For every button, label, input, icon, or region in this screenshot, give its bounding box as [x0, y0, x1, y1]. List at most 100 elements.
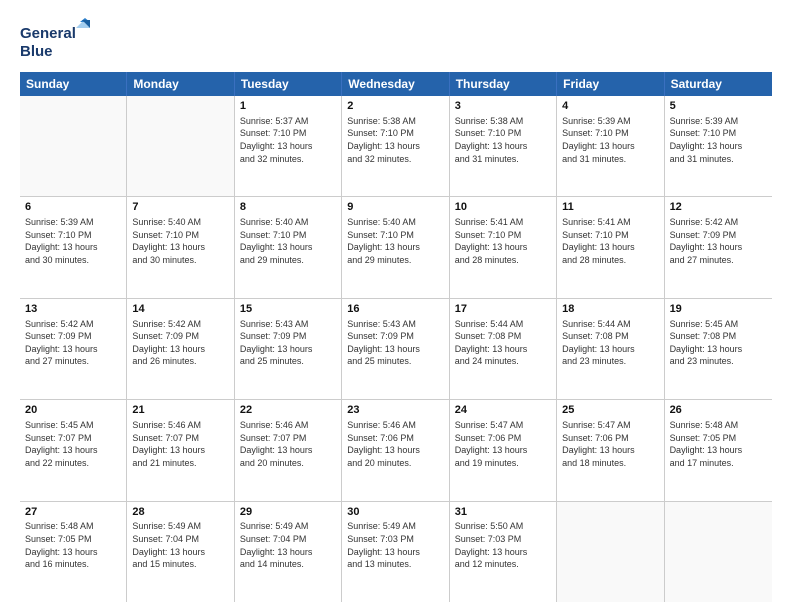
day-number-2: 2 — [347, 99, 443, 114]
day-info-20: Sunrise: 5:45 AM Sunset: 7:07 PM Dayligh… — [25, 419, 121, 469]
day-number-10: 10 — [455, 200, 551, 215]
day-info-29: Sunrise: 5:49 AM Sunset: 7:04 PM Dayligh… — [240, 520, 336, 570]
day-20: 20Sunrise: 5:45 AM Sunset: 7:07 PM Dayli… — [20, 400, 127, 500]
day-number-9: 9 — [347, 200, 443, 215]
day-8: 8Sunrise: 5:40 AM Sunset: 7:10 PM Daylig… — [235, 197, 342, 297]
day-number-16: 16 — [347, 302, 443, 317]
calendar-row-3: 13Sunrise: 5:42 AM Sunset: 7:09 PM Dayli… — [20, 299, 772, 400]
day-number-4: 4 — [562, 99, 658, 114]
day-info-23: Sunrise: 5:46 AM Sunset: 7:06 PM Dayligh… — [347, 419, 443, 469]
day-12: 12Sunrise: 5:42 AM Sunset: 7:09 PM Dayli… — [665, 197, 772, 297]
calendar: SundayMondayTuesdayWednesdayThursdayFrid… — [20, 72, 772, 602]
day-23: 23Sunrise: 5:46 AM Sunset: 7:06 PM Dayli… — [342, 400, 449, 500]
logo: General Blue — [20, 18, 90, 62]
day-number-11: 11 — [562, 200, 658, 215]
day-info-12: Sunrise: 5:42 AM Sunset: 7:09 PM Dayligh… — [670, 216, 767, 266]
day-28: 28Sunrise: 5:49 AM Sunset: 7:04 PM Dayli… — [127, 502, 234, 602]
day-info-9: Sunrise: 5:40 AM Sunset: 7:10 PM Dayligh… — [347, 216, 443, 266]
day-number-19: 19 — [670, 302, 767, 317]
day-number-17: 17 — [455, 302, 551, 317]
day-info-17: Sunrise: 5:44 AM Sunset: 7:08 PM Dayligh… — [455, 318, 551, 368]
page: General Blue SundayMondayTuesdayWednesda… — [0, 0, 792, 612]
day-info-11: Sunrise: 5:41 AM Sunset: 7:10 PM Dayligh… — [562, 216, 658, 266]
day-info-21: Sunrise: 5:46 AM Sunset: 7:07 PM Dayligh… — [132, 419, 228, 469]
day-info-26: Sunrise: 5:48 AM Sunset: 7:05 PM Dayligh… — [670, 419, 767, 469]
header-sunday: Sunday — [20, 72, 127, 96]
day-number-24: 24 — [455, 403, 551, 418]
day-info-15: Sunrise: 5:43 AM Sunset: 7:09 PM Dayligh… — [240, 318, 336, 368]
empty-cell-0-0 — [20, 96, 127, 196]
header-wednesday: Wednesday — [342, 72, 449, 96]
day-14: 14Sunrise: 5:42 AM Sunset: 7:09 PM Dayli… — [127, 299, 234, 399]
day-info-24: Sunrise: 5:47 AM Sunset: 7:06 PM Dayligh… — [455, 419, 551, 469]
day-number-6: 6 — [25, 200, 121, 215]
empty-cell-4-5 — [557, 502, 664, 602]
day-info-6: Sunrise: 5:39 AM Sunset: 7:10 PM Dayligh… — [25, 216, 121, 266]
calendar-header: SundayMondayTuesdayWednesdayThursdayFrid… — [20, 72, 772, 96]
day-info-3: Sunrise: 5:38 AM Sunset: 7:10 PM Dayligh… — [455, 115, 551, 165]
day-4: 4Sunrise: 5:39 AM Sunset: 7:10 PM Daylig… — [557, 96, 664, 196]
svg-text:Blue: Blue — [20, 43, 53, 60]
logo-svg: General Blue — [20, 18, 90, 62]
empty-cell-0-1 — [127, 96, 234, 196]
day-number-21: 21 — [132, 403, 228, 418]
day-number-31: 31 — [455, 505, 551, 520]
svg-text:General: General — [20, 25, 76, 42]
day-27: 27Sunrise: 5:48 AM Sunset: 7:05 PM Dayli… — [20, 502, 127, 602]
day-info-7: Sunrise: 5:40 AM Sunset: 7:10 PM Dayligh… — [132, 216, 228, 266]
day-30: 30Sunrise: 5:49 AM Sunset: 7:03 PM Dayli… — [342, 502, 449, 602]
day-22: 22Sunrise: 5:46 AM Sunset: 7:07 PM Dayli… — [235, 400, 342, 500]
day-24: 24Sunrise: 5:47 AM Sunset: 7:06 PM Dayli… — [450, 400, 557, 500]
day-info-31: Sunrise: 5:50 AM Sunset: 7:03 PM Dayligh… — [455, 520, 551, 570]
day-number-12: 12 — [670, 200, 767, 215]
day-info-22: Sunrise: 5:46 AM Sunset: 7:07 PM Dayligh… — [240, 419, 336, 469]
header-friday: Friday — [557, 72, 664, 96]
calendar-row-5: 27Sunrise: 5:48 AM Sunset: 7:05 PM Dayli… — [20, 502, 772, 602]
day-number-29: 29 — [240, 505, 336, 520]
day-19: 19Sunrise: 5:45 AM Sunset: 7:08 PM Dayli… — [665, 299, 772, 399]
day-number-18: 18 — [562, 302, 658, 317]
day-17: 17Sunrise: 5:44 AM Sunset: 7:08 PM Dayli… — [450, 299, 557, 399]
day-number-20: 20 — [25, 403, 121, 418]
day-info-14: Sunrise: 5:42 AM Sunset: 7:09 PM Dayligh… — [132, 318, 228, 368]
day-number-1: 1 — [240, 99, 336, 114]
day-number-26: 26 — [670, 403, 767, 418]
day-info-10: Sunrise: 5:41 AM Sunset: 7:10 PM Dayligh… — [455, 216, 551, 266]
day-2: 2Sunrise: 5:38 AM Sunset: 7:10 PM Daylig… — [342, 96, 449, 196]
header-thursday: Thursday — [450, 72, 557, 96]
day-number-30: 30 — [347, 505, 443, 520]
calendar-row-2: 6Sunrise: 5:39 AM Sunset: 7:10 PM Daylig… — [20, 197, 772, 298]
calendar-body: 1Sunrise: 5:37 AM Sunset: 7:10 PM Daylig… — [20, 96, 772, 602]
calendar-row-4: 20Sunrise: 5:45 AM Sunset: 7:07 PM Dayli… — [20, 400, 772, 501]
day-18: 18Sunrise: 5:44 AM Sunset: 7:08 PM Dayli… — [557, 299, 664, 399]
day-info-27: Sunrise: 5:48 AM Sunset: 7:05 PM Dayligh… — [25, 520, 121, 570]
day-info-5: Sunrise: 5:39 AM Sunset: 7:10 PM Dayligh… — [670, 115, 767, 165]
day-7: 7Sunrise: 5:40 AM Sunset: 7:10 PM Daylig… — [127, 197, 234, 297]
day-number-27: 27 — [25, 505, 121, 520]
day-number-14: 14 — [132, 302, 228, 317]
header-saturday: Saturday — [665, 72, 772, 96]
day-info-30: Sunrise: 5:49 AM Sunset: 7:03 PM Dayligh… — [347, 520, 443, 570]
day-26: 26Sunrise: 5:48 AM Sunset: 7:05 PM Dayli… — [665, 400, 772, 500]
day-number-23: 23 — [347, 403, 443, 418]
header: General Blue — [20, 18, 772, 62]
day-number-3: 3 — [455, 99, 551, 114]
day-25: 25Sunrise: 5:47 AM Sunset: 7:06 PM Dayli… — [557, 400, 664, 500]
day-13: 13Sunrise: 5:42 AM Sunset: 7:09 PM Dayli… — [20, 299, 127, 399]
day-info-2: Sunrise: 5:38 AM Sunset: 7:10 PM Dayligh… — [347, 115, 443, 165]
day-9: 9Sunrise: 5:40 AM Sunset: 7:10 PM Daylig… — [342, 197, 449, 297]
day-info-18: Sunrise: 5:44 AM Sunset: 7:08 PM Dayligh… — [562, 318, 658, 368]
day-info-13: Sunrise: 5:42 AM Sunset: 7:09 PM Dayligh… — [25, 318, 121, 368]
day-16: 16Sunrise: 5:43 AM Sunset: 7:09 PM Dayli… — [342, 299, 449, 399]
day-number-22: 22 — [240, 403, 336, 418]
day-number-8: 8 — [240, 200, 336, 215]
day-11: 11Sunrise: 5:41 AM Sunset: 7:10 PM Dayli… — [557, 197, 664, 297]
day-info-16: Sunrise: 5:43 AM Sunset: 7:09 PM Dayligh… — [347, 318, 443, 368]
day-number-25: 25 — [562, 403, 658, 418]
day-6: 6Sunrise: 5:39 AM Sunset: 7:10 PM Daylig… — [20, 197, 127, 297]
header-monday: Monday — [127, 72, 234, 96]
day-info-8: Sunrise: 5:40 AM Sunset: 7:10 PM Dayligh… — [240, 216, 336, 266]
day-10: 10Sunrise: 5:41 AM Sunset: 7:10 PM Dayli… — [450, 197, 557, 297]
day-info-19: Sunrise: 5:45 AM Sunset: 7:08 PM Dayligh… — [670, 318, 767, 368]
day-29: 29Sunrise: 5:49 AM Sunset: 7:04 PM Dayli… — [235, 502, 342, 602]
